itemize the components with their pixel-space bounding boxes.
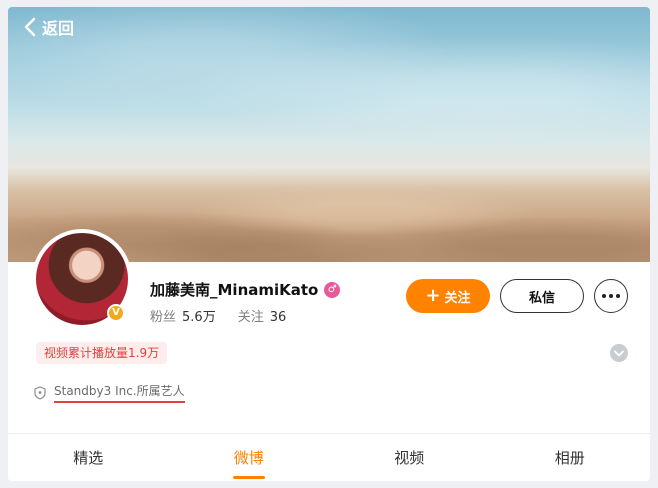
tab-label: 视频 xyxy=(394,449,425,467)
tab-label: 相册 xyxy=(554,449,585,467)
follow-label: 关注 xyxy=(444,290,471,306)
expand-button[interactable] xyxy=(610,344,628,362)
organization-link[interactable]: Standby3 Inc.所属艺人 xyxy=(54,382,185,403)
back-label: 返回 xyxy=(42,19,75,38)
chevron-left-icon xyxy=(24,17,36,37)
stat-followers[interactable]: 粉丝 5.6万 xyxy=(150,306,216,325)
tab-label: 精选 xyxy=(73,449,104,467)
profile-card: 返回 V 加藤美南_MinamiKato ♂ 粉丝 5.6万 关注 36 + 关注 … xyxy=(8,7,650,481)
profile-name: 加藤美南_MinamiKato xyxy=(150,281,319,299)
shield-icon xyxy=(34,385,46,400)
tab-weibo[interactable]: 微博 xyxy=(169,434,330,481)
stat-value: 5.6万 xyxy=(182,310,216,325)
cover-banner xyxy=(8,7,650,262)
profile-tabs: 精选 微博 视频 相册 xyxy=(8,433,650,481)
stat-label: 粉丝 xyxy=(150,310,177,325)
more-button[interactable] xyxy=(594,279,628,313)
tab-albums[interactable]: 相册 xyxy=(490,434,651,481)
organization-row: Standby3 Inc.所属艺人 xyxy=(34,382,185,403)
tab-featured[interactable]: 精选 xyxy=(8,434,169,481)
play-count-badge: 视频累计播放量1.9万 xyxy=(36,342,168,364)
verified-badge: V xyxy=(107,304,125,322)
stats-row: 粉丝 5.6万 关注 36 xyxy=(150,306,286,325)
plus-icon: + xyxy=(425,285,441,306)
stat-value: 36 xyxy=(269,310,287,325)
chevron-down-icon xyxy=(614,350,624,357)
more-dots-icon xyxy=(609,294,613,298)
more-dots-icon xyxy=(616,294,620,298)
stat-following[interactable]: 关注 36 xyxy=(238,306,287,325)
banner-sky xyxy=(8,7,650,157)
stat-label: 关注 xyxy=(237,310,264,325)
tab-videos[interactable]: 视频 xyxy=(329,434,490,481)
member-icon[interactable]: ♂ xyxy=(324,281,341,298)
message-button[interactable]: 私信 xyxy=(500,279,584,313)
more-dots-icon xyxy=(602,294,606,298)
name-row: 加藤美南_MinamiKato ♂ xyxy=(150,279,341,300)
back-button[interactable]: 返回 xyxy=(24,15,74,39)
tab-label: 微博 xyxy=(233,449,264,467)
message-label: 私信 xyxy=(528,290,555,306)
follow-button[interactable]: + 关注 xyxy=(406,279,490,313)
